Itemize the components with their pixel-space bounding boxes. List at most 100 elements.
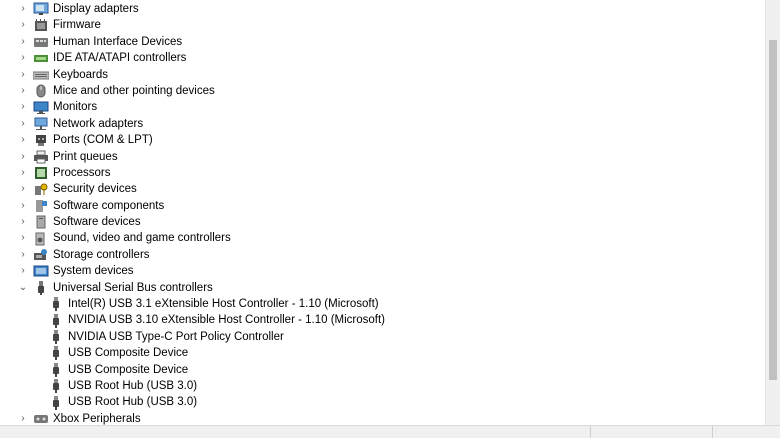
usb-device-icon	[48, 395, 64, 411]
processor-icon	[33, 165, 49, 181]
category-label: Software components	[53, 199, 165, 212]
vertical-scroll-thumb[interactable]	[769, 40, 777, 380]
printer-icon	[33, 149, 49, 165]
device-label: Intel(R) USB 3.1 eXtensible Host Control…	[68, 298, 379, 311]
category-label: Monitors	[53, 101, 98, 114]
category-label: Keyboards	[53, 68, 108, 81]
usb-device-item[interactable]: USB Root Hub (USB 3.0)	[0, 378, 766, 394]
category-label: Network adapters	[53, 117, 144, 130]
firmware-icon	[33, 18, 49, 34]
device-category[interactable]: › Processors	[0, 165, 766, 181]
category-label: System devices	[53, 265, 134, 278]
device-label: USB Root Hub (USB 3.0)	[68, 396, 198, 409]
chevron-right-icon[interactable]: ›	[17, 83, 29, 99]
device-tree: › Display adapters › Firmware › Human Interfa…	[0, 0, 766, 426]
category-label: Storage controllers	[53, 248, 150, 261]
category-label: Firmware	[53, 19, 101, 32]
chevron-right-icon[interactable]: ›	[17, 1, 29, 17]
vertical-scrollbar[interactable]	[765, 0, 780, 426]
status-bar	[0, 425, 780, 438]
chevron-right-icon[interactable]: ›	[17, 100, 29, 116]
category-label: Software devices	[53, 216, 141, 229]
usb-device-icon	[48, 362, 64, 378]
ide-controller-icon	[33, 50, 49, 66]
category-label: Ports (COM & LPT)	[53, 134, 153, 147]
category-label: Print queues	[53, 150, 118, 163]
display-adapter-icon	[33, 1, 49, 17]
usb-device-item[interactable]: USB Composite Device	[0, 362, 766, 378]
device-category[interactable]: › Network adapters	[0, 116, 766, 132]
chevron-right-icon[interactable]: ›	[17, 198, 29, 214]
chevron-right-icon[interactable]: ›	[17, 231, 29, 247]
device-category[interactable]: › IDE ATA/ATAPI controllers	[0, 50, 766, 66]
category-label: Display adapters	[53, 3, 139, 15]
chevron-right-icon[interactable]: ›	[17, 18, 29, 34]
usb-device-item[interactable]: NVIDIA USB Type-C Port Policy Controller	[0, 329, 766, 345]
port-icon	[33, 132, 49, 148]
device-category[interactable]: › System devices	[0, 263, 766, 279]
chevron-right-icon[interactable]: ›	[17, 181, 29, 197]
device-category[interactable]: › Display adapters	[0, 1, 766, 17]
status-divider	[712, 426, 713, 438]
chevron-right-icon[interactable]: ›	[17, 116, 29, 132]
software-device-icon	[33, 214, 49, 230]
device-category[interactable]: › Human Interface Devices	[0, 34, 766, 50]
device-category[interactable]: › Security devices	[0, 181, 766, 197]
keyboard-icon	[33, 67, 49, 83]
usb-icon	[33, 280, 49, 296]
usb-device-item[interactable]: Intel(R) USB 3.1 eXtensible Host Control…	[0, 296, 766, 312]
chevron-right-icon[interactable]: ›	[17, 247, 29, 263]
chevron-down-icon[interactable]: ⌄	[17, 280, 29, 296]
device-category[interactable]: › Firmware	[0, 17, 766, 33]
chevron-right-icon[interactable]: ›	[17, 132, 29, 148]
device-label: USB Composite Device	[68, 347, 189, 360]
chevron-right-icon[interactable]: ›	[17, 50, 29, 66]
chevron-right-icon[interactable]: ›	[17, 34, 29, 50]
device-label: USB Root Hub (USB 3.0)	[68, 379, 198, 392]
chevron-right-icon[interactable]: ›	[17, 165, 29, 181]
category-label: Sound, video and game controllers	[53, 232, 231, 245]
device-category[interactable]: ⌄ Universal Serial Bus controllers	[0, 280, 766, 296]
device-category[interactable]: › Monitors	[0, 99, 766, 115]
usb-device-item[interactable]: USB Composite Device	[0, 345, 766, 361]
speaker-icon	[33, 231, 49, 247]
device-category[interactable]: › Software components	[0, 198, 766, 214]
usb-device-icon	[48, 313, 64, 329]
security-device-icon	[33, 181, 49, 197]
device-label: NVIDIA USB 3.10 eXtensible Host Controll…	[68, 314, 386, 327]
device-label: NVIDIA USB Type-C Port Policy Controller	[68, 330, 284, 343]
usb-device-item[interactable]: USB Root Hub (USB 3.0)	[0, 394, 766, 410]
usb-device-icon	[48, 329, 64, 345]
device-category[interactable]: › Software devices	[0, 214, 766, 230]
system-device-icon	[33, 263, 49, 279]
device-category[interactable]: › Sound, video and game controllers	[0, 230, 766, 246]
category-label: Human Interface Devices	[53, 35, 183, 48]
category-label: Processors	[53, 166, 111, 179]
category-label: Xbox Peripherals	[53, 412, 141, 425]
device-category[interactable]: › Storage controllers	[0, 247, 766, 263]
chevron-right-icon[interactable]: ›	[17, 149, 29, 165]
device-category[interactable]: › Xbox Peripherals	[0, 411, 766, 426]
device-label: USB Composite Device	[68, 363, 189, 376]
software-component-icon	[33, 198, 49, 214]
hid-icon	[33, 34, 49, 50]
chevron-right-icon[interactable]: ›	[17, 67, 29, 83]
chevron-right-icon[interactable]: ›	[17, 411, 29, 426]
network-adapter-icon	[33, 116, 49, 132]
usb-device-item[interactable]: NVIDIA USB 3.10 eXtensible Host Controll…	[0, 312, 766, 328]
device-category[interactable]: › Mice and other pointing devices	[0, 83, 766, 99]
device-category[interactable]: › Print queues	[0, 149, 766, 165]
category-label: Mice and other pointing devices	[53, 84, 215, 97]
category-label: Security devices	[53, 183, 137, 196]
chevron-right-icon[interactable]: ›	[17, 214, 29, 230]
status-divider	[590, 426, 591, 438]
device-category[interactable]: › Keyboards	[0, 67, 766, 83]
storage-controller-icon	[33, 247, 49, 263]
usb-device-icon	[48, 296, 64, 312]
mouse-icon	[33, 83, 49, 99]
xbox-peripheral-icon	[33, 411, 49, 426]
category-label: IDE ATA/ATAPI controllers	[53, 52, 187, 65]
usb-device-icon	[48, 345, 64, 361]
chevron-right-icon[interactable]: ›	[17, 263, 29, 279]
device-category[interactable]: › Ports (COM & LPT)	[0, 132, 766, 148]
